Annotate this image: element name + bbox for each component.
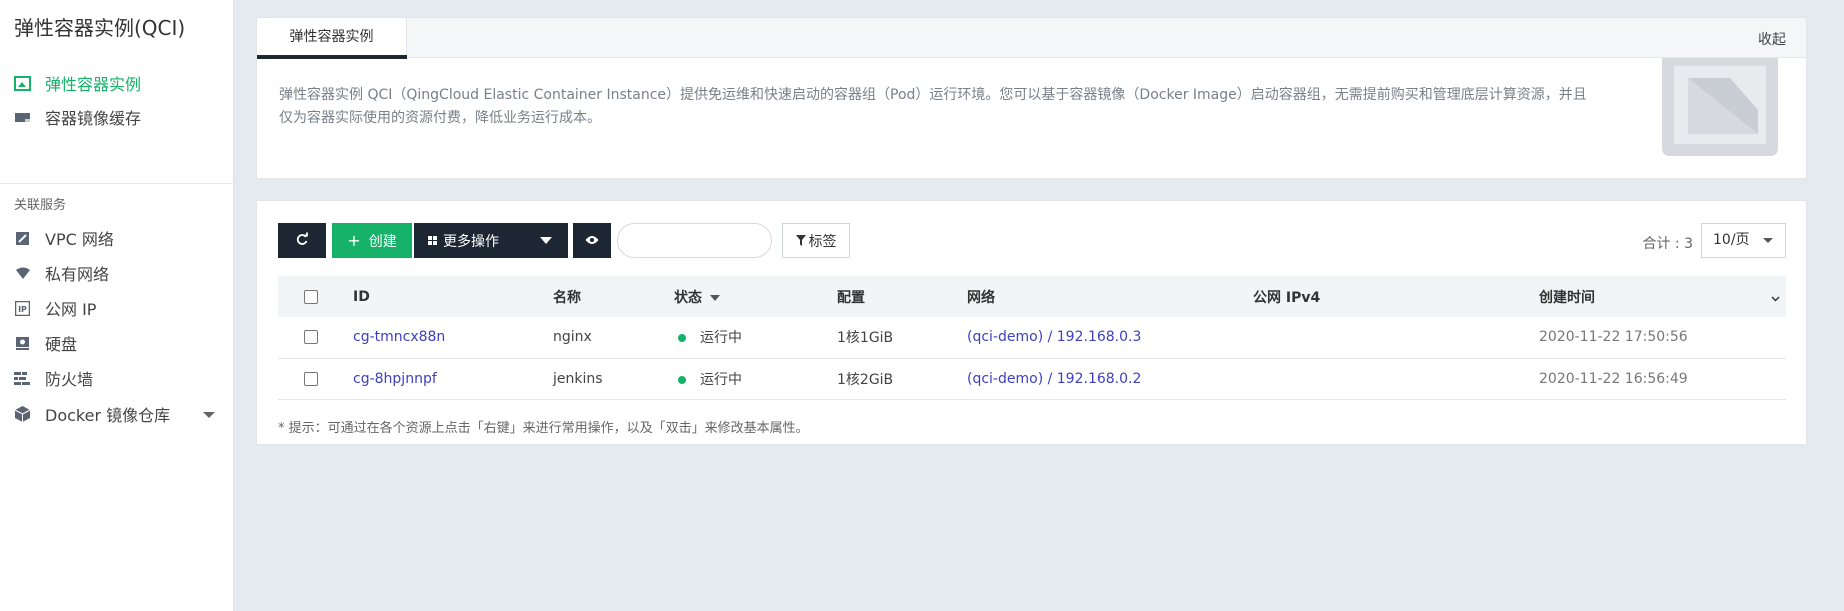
status-text: 运行中 (700, 371, 742, 388)
more-actions-dropdown[interactable]: 更多操作 (414, 223, 568, 258)
status-running-dot (678, 334, 686, 343)
column-settings-chevron-icon[interactable] (1771, 290, 1780, 306)
refresh-icon (295, 232, 309, 250)
instance-name: jenkins (553, 370, 603, 387)
product-image-icon (1662, 58, 1778, 156)
column-created-time-label: 创建时间 (1539, 289, 1595, 306)
collapse-button[interactable]: 收起 (1758, 29, 1786, 49)
sidebar-item-private-network[interactable]: 私有网络 (14, 261, 109, 285)
instance-network-link[interactable]: (qci-demo) / 192.168.0.2 (967, 358, 1253, 399)
sidebar-item-label: 防火墙 (45, 370, 94, 389)
instance-config: 1核1GiB (837, 330, 894, 347)
column-id[interactable]: ID (353, 276, 553, 317)
tab-bar: 弹性容器实例 收起 (257, 18, 1806, 59)
sidebar-item-label: 私有网络 (45, 265, 110, 284)
create-button[interactable]: + 创建 (332, 223, 412, 258)
select-all-cell (278, 276, 353, 317)
column-config[interactable]: 配置 (837, 276, 967, 317)
status-running-dot (678, 375, 686, 384)
sidebar-item-qci[interactable]: 弹性容器实例 (14, 71, 141, 95)
more-actions-label: 更多操作 (443, 233, 499, 250)
select-all-checkbox[interactable] (304, 289, 318, 304)
sidebar-title: 弹性容器实例(QCI) (14, 16, 186, 40)
hard-disk-icon (14, 335, 31, 352)
search-input[interactable] (617, 223, 772, 258)
tag-label: 标签 (808, 233, 837, 250)
table-header-row: ID 名称 状态 配置 网络 公网 IPv4 创建时间 (278, 276, 1786, 317)
sidebar-item-vpc[interactable]: VPC 网络 (14, 226, 114, 250)
page-size-value: 10/页 (1713, 232, 1750, 248)
table-row[interactable]: cg-tmncx88n nginx 运行中 1核1GiB (qci-demo) … (278, 317, 1786, 358)
row-select-cell (278, 358, 353, 399)
tab-active-indicator (257, 55, 407, 59)
instance-created-time: 2020-11-22 17:50:56 (1539, 329, 1688, 346)
description-text: 弹性容器实例 QCI（QingCloud Elastic Container I… (279, 87, 1587, 126)
view-toggle-button[interactable] (573, 223, 611, 258)
instance-status: 运行中 (674, 358, 837, 399)
instance-public-ip (1253, 317, 1539, 358)
svg-text:IP: IP (18, 305, 27, 314)
row-checkbox[interactable] (304, 330, 318, 345)
sort-caret-icon[interactable] (710, 294, 720, 301)
filter-icon (795, 235, 806, 246)
usage-hint: * 提示：可通过在各个资源上点击「右键」来进行常用操作，以及「双击」来修改基本属… (278, 421, 809, 436)
column-created-time[interactable]: 创建时间 (1539, 276, 1786, 317)
refresh-button[interactable] (278, 223, 326, 258)
instance-id-link[interactable]: cg-8hpjnnpf (353, 358, 553, 399)
table-row[interactable]: cg-8hpjnnpf jenkins 运行中 1核2GiB (qci-demo… (278, 358, 1786, 399)
instance-list-panel: + 创建 更多操作 标签 合计 : 3 10/页 ID 名称 状态 配置 网络 … (256, 200, 1807, 445)
disk-cache-icon (14, 109, 31, 126)
column-public-ipv4[interactable]: 公网 IPv4 (1253, 276, 1539, 317)
instance-config: 1核2GiB (837, 371, 894, 388)
sidebar-item-label: VPC 网络 (45, 230, 114, 249)
status-text: 运行中 (700, 330, 742, 347)
sidebar-item-public-ip[interactable]: IP 公网 IP (14, 296, 96, 320)
tab-qci[interactable]: 弹性容器实例 (257, 18, 407, 59)
total-count: 合计 : 3 (1642, 236, 1693, 252)
tag-filter-button[interactable]: 标签 (782, 223, 850, 258)
ip-icon: IP (14, 300, 31, 317)
tab-label: 弹性容器实例 (289, 29, 374, 45)
sidebar-item-image-cache[interactable]: 容器镜像缓存 (14, 105, 141, 129)
instance-name: nginx (553, 329, 592, 346)
sidebar-item-firewall[interactable]: 防火墙 (14, 366, 93, 390)
caret-down-icon (1763, 238, 1773, 243)
description-panel: 弹性容器实例 收起 弹性容器实例 QCI（QingCloud Elastic C… (256, 17, 1807, 179)
instance-created-time: 2020-11-22 16:56:49 (1539, 370, 1688, 387)
instance-id-link[interactable]: cg-tmncx88n (353, 317, 553, 358)
sidebar-divider (0, 183, 234, 184)
instance-table: ID 名称 状态 配置 网络 公网 IPv4 创建时间 cg-tmncx88n … (278, 276, 1786, 400)
cube-icon (14, 406, 31, 423)
sidebar-item-hard-disk[interactable]: 硬盘 (14, 331, 77, 355)
sidebar-item-label: 硬盘 (45, 335, 78, 354)
column-network[interactable]: 网络 (967, 276, 1253, 317)
column-name[interactable]: 名称 (553, 276, 674, 317)
caret-down-icon (540, 237, 552, 244)
column-status-label: 状态 (674, 289, 702, 306)
pencil-icon (14, 230, 31, 247)
create-label: 创建 (368, 233, 397, 250)
page-size-select[interactable]: 10/页 (1701, 223, 1786, 258)
column-status[interactable]: 状态 (674, 276, 837, 317)
sidebar-item-label: 弹性容器实例 (45, 75, 142, 94)
sidebar: 弹性容器实例(QCI) 弹性容器实例 容器镜像缓存 关联服务 VPC 网络 私有… (0, 0, 234, 611)
sidebar-item-label: Docker 镜像仓库 (45, 406, 171, 425)
related-services-heading: 关联服务 (14, 198, 67, 213)
grid-icon (428, 236, 437, 245)
row-select-cell (278, 317, 353, 358)
sidebar-item-label: 公网 IP (45, 300, 97, 319)
firewall-icon (14, 370, 31, 387)
eye-icon (585, 233, 599, 249)
row-checkbox[interactable] (304, 371, 318, 386)
instance-status: 运行中 (674, 317, 837, 358)
monitor-icon (14, 75, 31, 92)
plus-icon: + (347, 231, 361, 250)
instance-public-ip (1253, 358, 1539, 399)
wifi-icon (14, 265, 31, 282)
sidebar-item-label: 容器镜像缓存 (45, 109, 142, 128)
instance-network-link[interactable]: (qci-demo) / 192.168.0.3 (967, 317, 1253, 358)
sidebar-item-docker-registry[interactable]: Docker 镜像仓库 (14, 402, 170, 426)
chevron-down-icon[interactable] (203, 412, 215, 418)
